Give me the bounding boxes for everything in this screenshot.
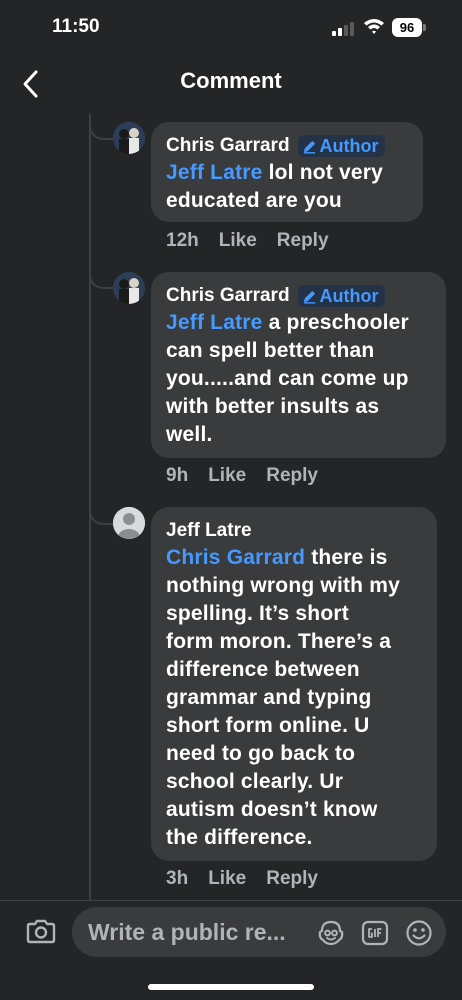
comment-bubble: Chris Garrard Author Jeff Latre a presch… (151, 272, 446, 458)
mention-link[interactable]: Chris Garrard (166, 546, 305, 569)
like-button[interactable]: Like (208, 465, 246, 487)
pencil-icon (303, 290, 315, 304)
battery-level: 96 (392, 18, 422, 37)
battery-icon: 96 (392, 18, 428, 37)
comment-author[interactable]: Chris Garrard (166, 285, 290, 307)
home-indicator[interactable] (148, 984, 314, 990)
comment-text: Jeff Latre a preschooler can spell bette… (166, 309, 431, 449)
comment-bubble: Chris Garrard Author Jeff Latre lol not … (151, 122, 423, 222)
like-button[interactable]: Like (208, 868, 246, 890)
mention-link[interactable]: Jeff Latre (166, 311, 263, 334)
comment-body: there is nothing wrong with my spelling.… (166, 546, 401, 849)
comment-text: Jeff Latre lol not very educated are you (166, 159, 408, 215)
profile-photo-icon (113, 122, 145, 154)
comment-composer: Write a public re... (0, 901, 462, 966)
comment-time: 12h (166, 230, 199, 251)
like-button[interactable]: Like (219, 230, 257, 252)
thread-branch (89, 267, 115, 289)
nav-bar: Comment (0, 58, 462, 114)
avatar[interactable] (113, 122, 145, 154)
thread-branch (89, 503, 115, 525)
comment-time: 3h (166, 868, 189, 889)
comment-text: Chris Garrard there is nothing wrong wit… (166, 544, 422, 852)
camera-icon[interactable] (25, 917, 57, 947)
mention-link[interactable]: Jeff Latre (166, 161, 263, 184)
comment-input[interactable]: Write a public re... (72, 907, 446, 957)
comment-actions: 12h Like Reply (166, 230, 329, 252)
reply-button[interactable]: Reply (266, 868, 318, 890)
comment-actions: 9h Like Reply (166, 465, 318, 487)
comment-actions: 3h Like Reply (166, 868, 318, 890)
wifi-icon (364, 19, 384, 34)
profile-photo-icon (113, 272, 145, 304)
reply-button[interactable]: Reply (266, 465, 318, 487)
status-bar: 11:50 96 (0, 0, 462, 58)
avatar[interactable] (113, 507, 145, 539)
gif-icon[interactable] (360, 918, 390, 948)
author-badge: Author (297, 285, 385, 307)
clock: 11:50 (52, 16, 100, 37)
author-badge-label: Author (319, 135, 379, 156)
emoji-icon[interactable] (404, 918, 434, 948)
comment-bubble: Jeff Latre Chris Garrard there is nothin… (151, 507, 437, 861)
comment-author[interactable]: Jeff Latre (166, 520, 252, 542)
avatar-sticker-icon[interactable] (316, 918, 346, 948)
thread-branch (89, 118, 115, 140)
comment-input-placeholder: Write a public re... (88, 919, 286, 945)
avatar[interactable] (113, 272, 145, 304)
cellular-signal-icon (332, 22, 354, 36)
reply-button[interactable]: Reply (277, 230, 329, 252)
author-badge: Author (297, 135, 385, 157)
author-badge-label: Author (319, 285, 379, 306)
comment-author[interactable]: Chris Garrard (166, 135, 290, 157)
pencil-icon (303, 140, 315, 154)
default-user-icon (113, 507, 145, 539)
comment-time: 9h (166, 465, 189, 486)
page-title: Comment (180, 68, 282, 93)
